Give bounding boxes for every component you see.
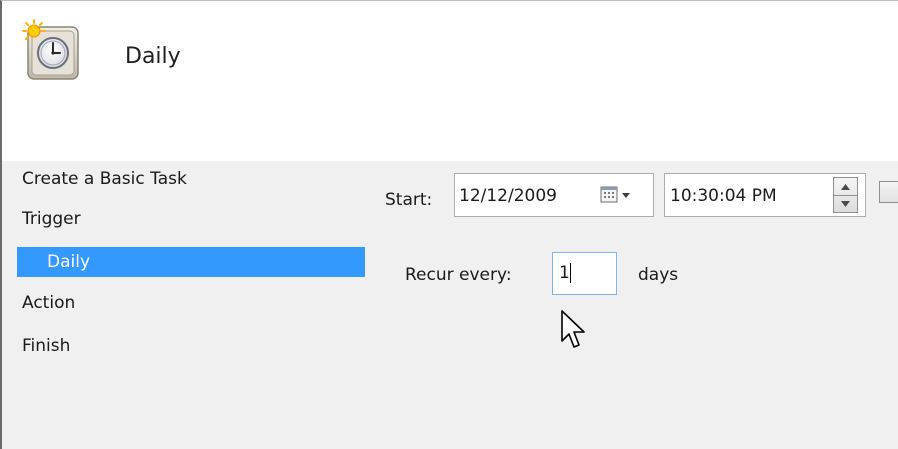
checkbox[interactable] — [879, 181, 898, 203]
start-time-value: 10:30:04 PM — [670, 186, 777, 206]
start-label: Start: — [385, 190, 433, 210]
nav-step-finish[interactable]: Finish — [22, 331, 70, 361]
start-time-picker[interactable]: 10:30:04 PM — [664, 173, 866, 217]
nav-step-create-basic-task[interactable]: Create a Basic Task — [22, 164, 187, 194]
scheduled-task-clock-icon — [22, 19, 79, 80]
spin-up-button[interactable] — [834, 178, 857, 196]
start-date-value: 12/12/2009 — [459, 186, 557, 206]
text-caret — [570, 263, 571, 283]
days-unit-label: days — [638, 265, 679, 285]
nav-step-action[interactable]: Action — [22, 288, 75, 318]
wizard-body: Create a Basic Task Trigger Daily Action… — [2, 161, 898, 449]
recur-every-label: Recur every: — [405, 265, 512, 285]
mouse-pointer-icon — [561, 310, 585, 348]
nav-step-daily[interactable]: Daily — [17, 247, 365, 277]
time-spinner[interactable] — [833, 177, 858, 213]
calendar-dropdown-icon[interactable] — [600, 184, 650, 206]
chevron-up-icon — [841, 183, 850, 190]
recur-days-value: 1 — [559, 263, 570, 283]
chevron-down-icon — [841, 200, 850, 207]
chevron-down-icon — [622, 193, 630, 198]
page-title: Daily — [125, 44, 181, 69]
wizard-steps-nav: Create a Basic Task Trigger Daily Action… — [2, 161, 367, 449]
wizard-header: Daily — [2, 1, 898, 161]
start-date-picker[interactable]: 12/12/2009 — [454, 173, 654, 217]
wizard-window: Daily Create a Basic Task Trigger Daily … — [0, 0, 898, 449]
spin-down-button[interactable] — [834, 195, 857, 212]
recur-days-input[interactable]: 1 — [552, 252, 617, 295]
nav-step-trigger[interactable]: Trigger — [22, 204, 81, 234]
